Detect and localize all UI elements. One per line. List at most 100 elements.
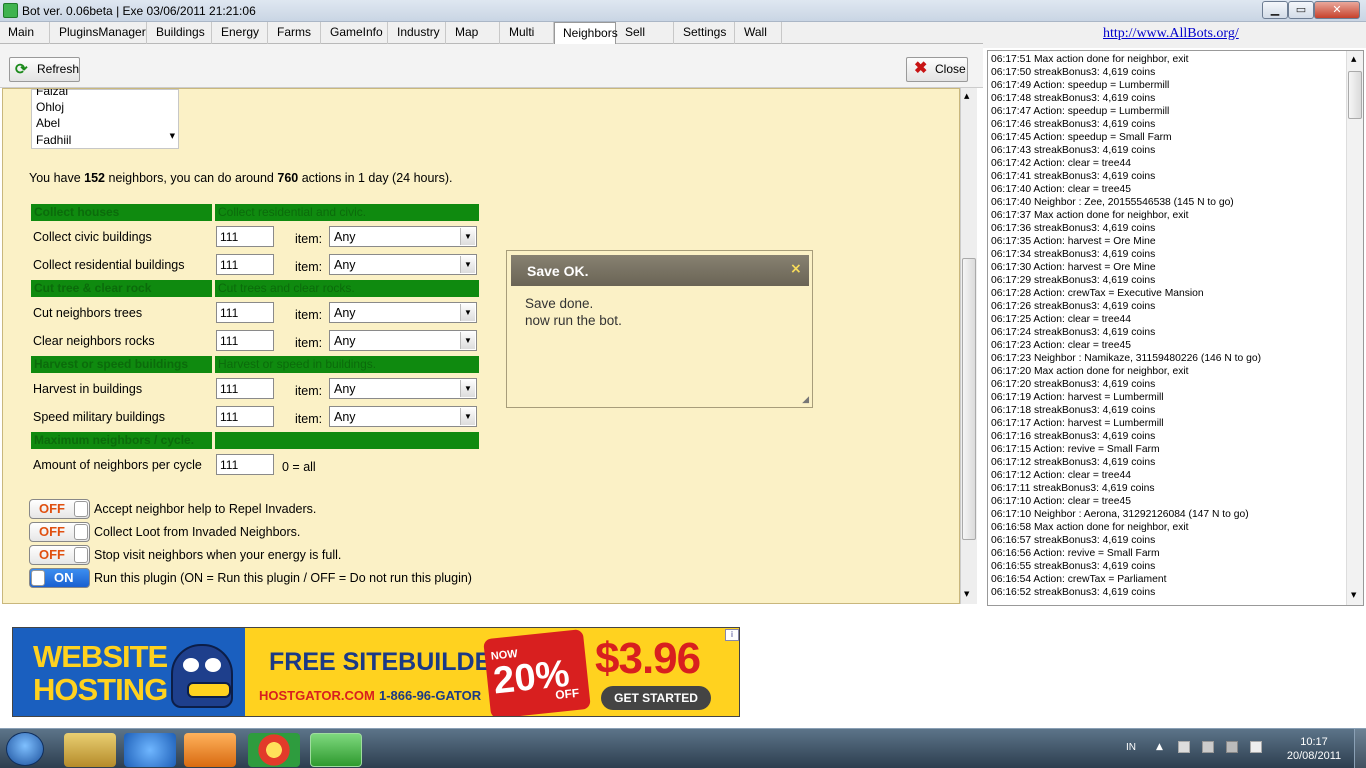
- show-desktop-button[interactable]: [1354, 729, 1366, 768]
- tab-farms[interactable]: Farms: [269, 22, 321, 44]
- log-scroll-thumb[interactable]: [1348, 71, 1362, 119]
- menu-bar: Main PluginsManager Buildings Energy Far…: [0, 22, 983, 45]
- log-line: 06:17:18 streakBonus3: 4,619 coins: [991, 405, 1156, 416]
- scroll-down-icon[interactable]: ▼: [1351, 591, 1356, 599]
- log-line: 06:17:20 streakBonus3: 4,619 coins: [991, 379, 1156, 390]
- stop-energy-toggle[interactable]: OFF: [29, 545, 90, 565]
- tab-energy[interactable]: Energy: [213, 22, 268, 44]
- scroll-thumb[interactable]: [962, 258, 976, 540]
- section-header-max-neighbors: Maximum neighbors / cycle.: [31, 432, 479, 449]
- log-line: 06:17:37 Max action done for neighbor, e…: [991, 210, 1189, 221]
- volume-icon[interactable]: [1250, 741, 1262, 753]
- tray-expand-icon[interactable]: ▲: [1156, 742, 1163, 752]
- tab-buildings[interactable]: Buildings: [148, 22, 212, 44]
- chevron-down-icon: ▼: [460, 228, 475, 245]
- log-line: 06:17:28 Action: crewTax = Executive Man…: [991, 288, 1204, 299]
- run-plugin-toggle[interactable]: ON: [29, 568, 90, 588]
- neighbors-per-cycle-input[interactable]: 111: [216, 454, 274, 475]
- collect-residential-label: Collect residential buildings: [33, 258, 185, 272]
- log-line: 06:16:57 streakBonus3: 4,619 coins: [991, 535, 1156, 546]
- clear-rocks-select[interactable]: Any ▼: [329, 330, 477, 351]
- bot-app-taskbar-icon[interactable]: [310, 733, 362, 767]
- log-line: 06:17:47 Action: speedup = Lumbermill: [991, 106, 1170, 117]
- scroll-up-icon[interactable]: ▲: [964, 92, 969, 100]
- taskbar: IN ▲ 10:17 20/08/2011: [0, 728, 1366, 768]
- list-item[interactable]: Abel: [36, 116, 60, 130]
- media-player-icon[interactable]: [184, 733, 236, 767]
- list-item[interactable]: Fadhiil: [36, 133, 71, 147]
- allbots-link[interactable]: http://www.AllBots.org/: [1103, 26, 1239, 42]
- tab-map[interactable]: Map: [447, 22, 500, 44]
- log-line: 06:17:43 streakBonus3: 4,619 coins: [991, 145, 1156, 156]
- list-item[interactable]: Faizal: [36, 89, 68, 98]
- log-line: 06:17:40 Neighbor : Zee, 20155546538 (14…: [991, 197, 1234, 208]
- network-icon[interactable]: [1178, 741, 1190, 753]
- toolbar: ⟳ Refresh ✖ Close: [0, 44, 983, 88]
- minimize-button[interactable]: ▁: [1262, 1, 1288, 19]
- ad-choices-icon[interactable]: i: [725, 629, 739, 641]
- cut-trees-input[interactable]: 111: [216, 302, 274, 323]
- device-icon[interactable]: [1202, 741, 1214, 753]
- tab-multi[interactable]: Multi: [501, 22, 554, 44]
- list-item[interactable]: Ohloj: [36, 100, 64, 114]
- clock[interactable]: 10:17 20/08/2011: [1284, 735, 1344, 763]
- harvest-input[interactable]: 111: [216, 378, 274, 399]
- start-button[interactable]: [6, 732, 44, 766]
- resize-grip-icon[interactable]: ◢: [802, 395, 809, 405]
- ad-product: FREE SITEBUILDER: [269, 648, 510, 676]
- tab-gameinfo[interactable]: GameInfo: [322, 22, 388, 44]
- refresh-button[interactable]: ⟳ Refresh: [9, 57, 80, 82]
- repel-invaders-toggle[interactable]: OFF: [29, 499, 90, 519]
- panel-scrollbar[interactable]: ▲ ▼: [960, 88, 977, 604]
- ad-price: $3.96: [595, 634, 701, 683]
- ad-banner[interactable]: WEBSITE HOSTING FREE SITEBUILDER HOSTGATO…: [12, 627, 740, 717]
- scroll-down-icon[interactable]: ▼: [964, 590, 969, 598]
- tab-wall[interactable]: Wall: [736, 22, 782, 44]
- collect-residential-select[interactable]: Any ▼: [329, 254, 477, 275]
- log-pane[interactable]: 06:17:51 Max action done for neighbor, e…: [987, 50, 1364, 606]
- neighbors-summary: You have 152 neighbors, you can do aroun…: [29, 171, 453, 185]
- close-panel-button[interactable]: ✖ Close: [906, 57, 968, 82]
- collect-civic-select[interactable]: Any ▼: [329, 226, 477, 247]
- neighbor-listbox[interactable]: Faizal Ohloj Abel Fadhiil ▼: [31, 89, 179, 149]
- clear-rocks-input[interactable]: 111: [216, 330, 274, 351]
- collect-civic-label: Collect civic buildings: [33, 230, 152, 244]
- log-scrollbar[interactable]: ▲ ▼: [1346, 51, 1363, 605]
- speed-military-input[interactable]: 111: [216, 406, 274, 427]
- tab-sell[interactable]: Sell: [617, 22, 674, 44]
- maximize-button[interactable]: ▭: [1288, 1, 1314, 19]
- scroll-up-icon[interactable]: ▲: [1351, 55, 1356, 63]
- tab-settings[interactable]: Settings: [675, 22, 735, 44]
- language-indicator[interactable]: IN: [1126, 742, 1136, 753]
- list-scroll-down-icon[interactable]: ▼: [170, 132, 175, 140]
- log-line: 06:17:45 Action: speedup = Small Farm: [991, 132, 1172, 143]
- ad-cta-button[interactable]: GET STARTED NOW: [601, 686, 711, 716]
- tab-neighbors[interactable]: Neighbors: [554, 22, 618, 45]
- collect-loot-toggle[interactable]: OFF: [29, 522, 90, 542]
- close-label: Close: [935, 62, 966, 76]
- save-dialog: Save OK. × Save done. now run the bot. ◢: [506, 250, 813, 408]
- tab-pluginsmanager[interactable]: PluginsManager: [51, 22, 147, 44]
- collect-residential-input[interactable]: 111: [216, 254, 274, 275]
- log-line: 06:17:17 Action: harvest = Lumbermill: [991, 418, 1164, 429]
- log-line: 06:16:52 streakBonus3: 4,619 coins: [991, 587, 1156, 598]
- explorer-icon[interactable]: [64, 733, 116, 767]
- network-status-icon[interactable]: [1226, 741, 1238, 753]
- log-line: 06:17:26 streakBonus3: 4,619 coins: [991, 301, 1156, 312]
- collect-civic-input[interactable]: 111: [216, 226, 274, 247]
- dialog-message: Save done. now run the bot.: [525, 296, 622, 328]
- cut-trees-select[interactable]: Any ▼: [329, 302, 477, 323]
- window-close-button[interactable]: ✕: [1314, 1, 1360, 19]
- log-line: 06:17:10 Action: clear = tree45: [991, 496, 1131, 507]
- log-line: 06:17:36 streakBonus3: 4,619 coins: [991, 223, 1156, 234]
- tab-industry[interactable]: Industry: [389, 22, 446, 44]
- tab-main[interactable]: Main: [0, 22, 50, 44]
- dialog-close-icon[interactable]: ×: [790, 261, 802, 277]
- ad-headline: WEBSITE HOSTING: [33, 639, 168, 707]
- harvest-select[interactable]: Any ▼: [329, 378, 477, 399]
- chrome-icon[interactable]: [248, 733, 300, 767]
- speed-military-select[interactable]: Any ▼: [329, 406, 477, 427]
- ie-icon[interactable]: [124, 733, 176, 767]
- log-lines: 06:17:51 Max action done for neighbor, e…: [991, 53, 1261, 599]
- log-line: 06:17:20 Max action done for neighbor, e…: [991, 366, 1189, 377]
